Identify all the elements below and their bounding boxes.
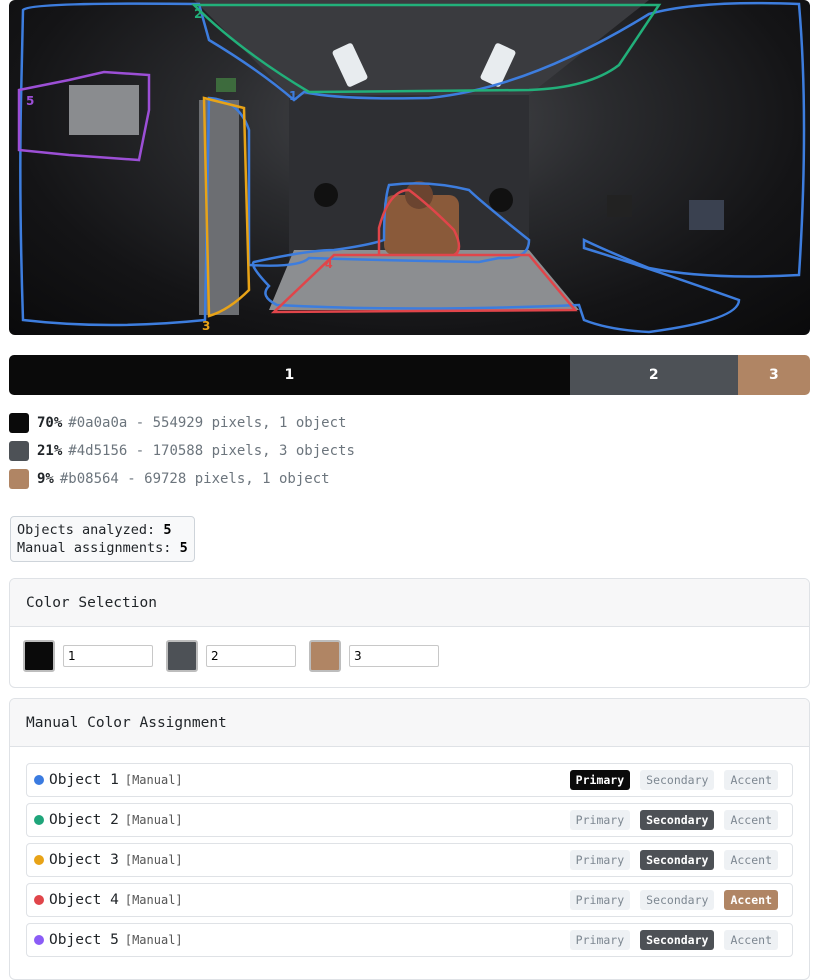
color-proportion-bar: 1 2 3 [9,355,810,395]
legend-row-3: 9% #b08564 - 69728 pixels, 1 object [9,468,330,490]
color-selection-card: Color Selection [9,578,810,688]
manual-tag: [Manual] [124,893,183,907]
object-name: Object 5 [49,932,119,948]
color-label-input-3[interactable] [349,645,439,667]
object-color-dot [34,815,44,825]
bar-segment-1: 1 [9,355,570,395]
manual-tag: [Manual] [124,853,183,867]
legend-details: #b08564 - 69728 pixels, 1 object [59,471,330,487]
analysis-stats: Objects analyzed: 5 Manual assignments: … [10,516,195,562]
object-row: Object 2 [Manual] Primary Secondary Accent [26,803,793,837]
primary-button[interactable]: Primary [569,770,631,790]
bar-segment-3: 3 [737,355,810,395]
legend-swatch [9,469,29,489]
color-item-3 [309,640,439,672]
primary-button[interactable]: Primary [569,810,631,830]
secondary-button[interactable]: Secondary [640,850,715,870]
accent-button[interactable]: Accent [724,890,778,910]
primary-button[interactable]: Primary [569,930,631,950]
object-name: Object 2 [49,812,119,828]
objects-analyzed-value: 5 [163,522,172,538]
color-label-input-1[interactable] [63,645,153,667]
primary-button[interactable]: Primary [569,850,631,870]
secondary-button[interactable]: Secondary [640,810,715,830]
object-row: Object 1 [Manual] Primary Secondary Accent [26,763,793,797]
manual-assignments-value: 5 [179,540,188,556]
accent-button[interactable]: Accent [724,810,778,830]
outline-label-4: 4 [325,258,333,271]
object-row: Object 3 [Manual] Primary Secondary Accent [26,843,793,877]
accent-button[interactable]: Accent [724,930,778,950]
object-name: Object 1 [49,772,119,788]
accent-button[interactable]: Accent [724,850,778,870]
manual-assignments-label: Manual assignments: [17,540,172,556]
legend-swatch [9,441,29,461]
primary-button[interactable]: Primary [569,890,631,910]
manual-tag: [Manual] [124,773,183,787]
legend-percent: 70% [37,415,63,431]
manual-assignment-title: Manual Color Assignment [10,699,809,747]
legend-swatch [9,413,29,433]
color-item-1 [23,640,153,672]
object-list: Object 1 [Manual] Primary Secondary Accent Ob… [10,747,809,957]
legend-details: #4d5156 - 170588 pixels, 3 objects [68,443,355,459]
object-row: Object 4 [Manual] Primary Secondary Accent [26,883,793,917]
color-picker-1[interactable] [23,640,55,672]
objects-analyzed-label: Objects analyzed: [17,522,156,538]
secondary-button[interactable]: Secondary [640,890,715,910]
legend-details: #0a0a0a - 554929 pixels, 1 object [68,415,347,431]
object-row: Object 5 [Manual] Primary Secondary Accent [26,923,793,957]
secondary-button[interactable]: Secondary [640,930,715,950]
color-picker-2[interactable] [166,640,198,672]
accent-button[interactable]: Accent [724,770,778,790]
color-selection-title: Color Selection [10,579,809,627]
color-picker-3[interactable] [309,640,341,672]
manual-tag: [Manual] [124,933,183,947]
legend-row-2: 21% #4d5156 - 170588 pixels, 3 objects [9,440,355,462]
outline-label-5: 5 [26,94,34,108]
object-name: Object 3 [49,852,119,868]
legend-row-1: 70% #0a0a0a - 554929 pixels, 1 object [9,412,346,434]
scene-illustration: 2 1 5 3 4 [17,0,806,334]
secondary-button[interactable]: Secondary [640,770,715,790]
bar-segment-2: 2 [569,355,738,395]
object-color-dot [34,935,44,945]
object-color-dot [34,775,44,785]
color-item-2 [166,640,296,672]
outline-label-2: 2 [194,7,202,21]
object-color-dot [34,895,44,905]
object-name: Object 4 [49,892,119,908]
legend-percent: 9% [37,471,54,487]
outline-label-3: 3 [202,319,210,333]
color-label-input-2[interactable] [206,645,296,667]
scene-image: 2 1 5 3 4 [9,0,810,335]
manual-assignment-card: Manual Color Assignment Object 1 [Manual]… [9,698,810,980]
legend-percent: 21% [37,443,63,459]
object-color-dot [34,855,44,865]
color-selection-row [10,627,809,672]
manual-tag: [Manual] [124,813,183,827]
outline-label-1: 1 [289,89,297,103]
